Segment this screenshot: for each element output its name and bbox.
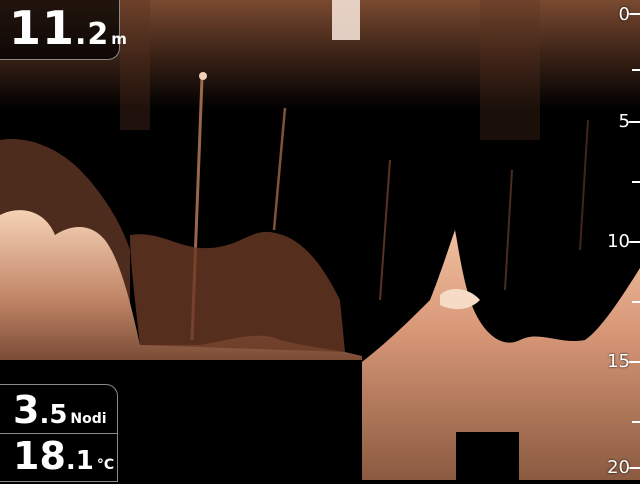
- speed-value: 3.5 Nodi: [13, 391, 107, 438]
- speed-decimal: .5: [39, 400, 68, 430]
- speed-unit: Nodi: [70, 411, 107, 427]
- depth-scale-label-15: 15: [607, 351, 630, 372]
- temperature-unit: °C: [96, 457, 115, 473]
- depth-decimal: .2: [75, 17, 110, 52]
- depth-scale-label-20: 20: [607, 457, 630, 478]
- depth-unit: m: [111, 30, 128, 48]
- depth-value: 11.2 m: [9, 5, 128, 62]
- speed-integer: 3: [13, 388, 40, 432]
- depth-integer: 11: [9, 1, 76, 55]
- temperature-decimal: .1: [65, 446, 94, 476]
- water-temperature-value: 18.1 °C: [13, 437, 114, 484]
- temperature-integer: 18: [13, 434, 66, 478]
- depth-scale-label-0: 0: [618, 4, 630, 25]
- depth-scale-label-5: 5: [618, 111, 630, 132]
- speed-temperature-readout: 3.5 Nodi 18.1 °C: [0, 384, 118, 482]
- depth-scale-label-10: 10: [607, 231, 630, 252]
- depth-readout: 11.2 m: [0, 0, 127, 60]
